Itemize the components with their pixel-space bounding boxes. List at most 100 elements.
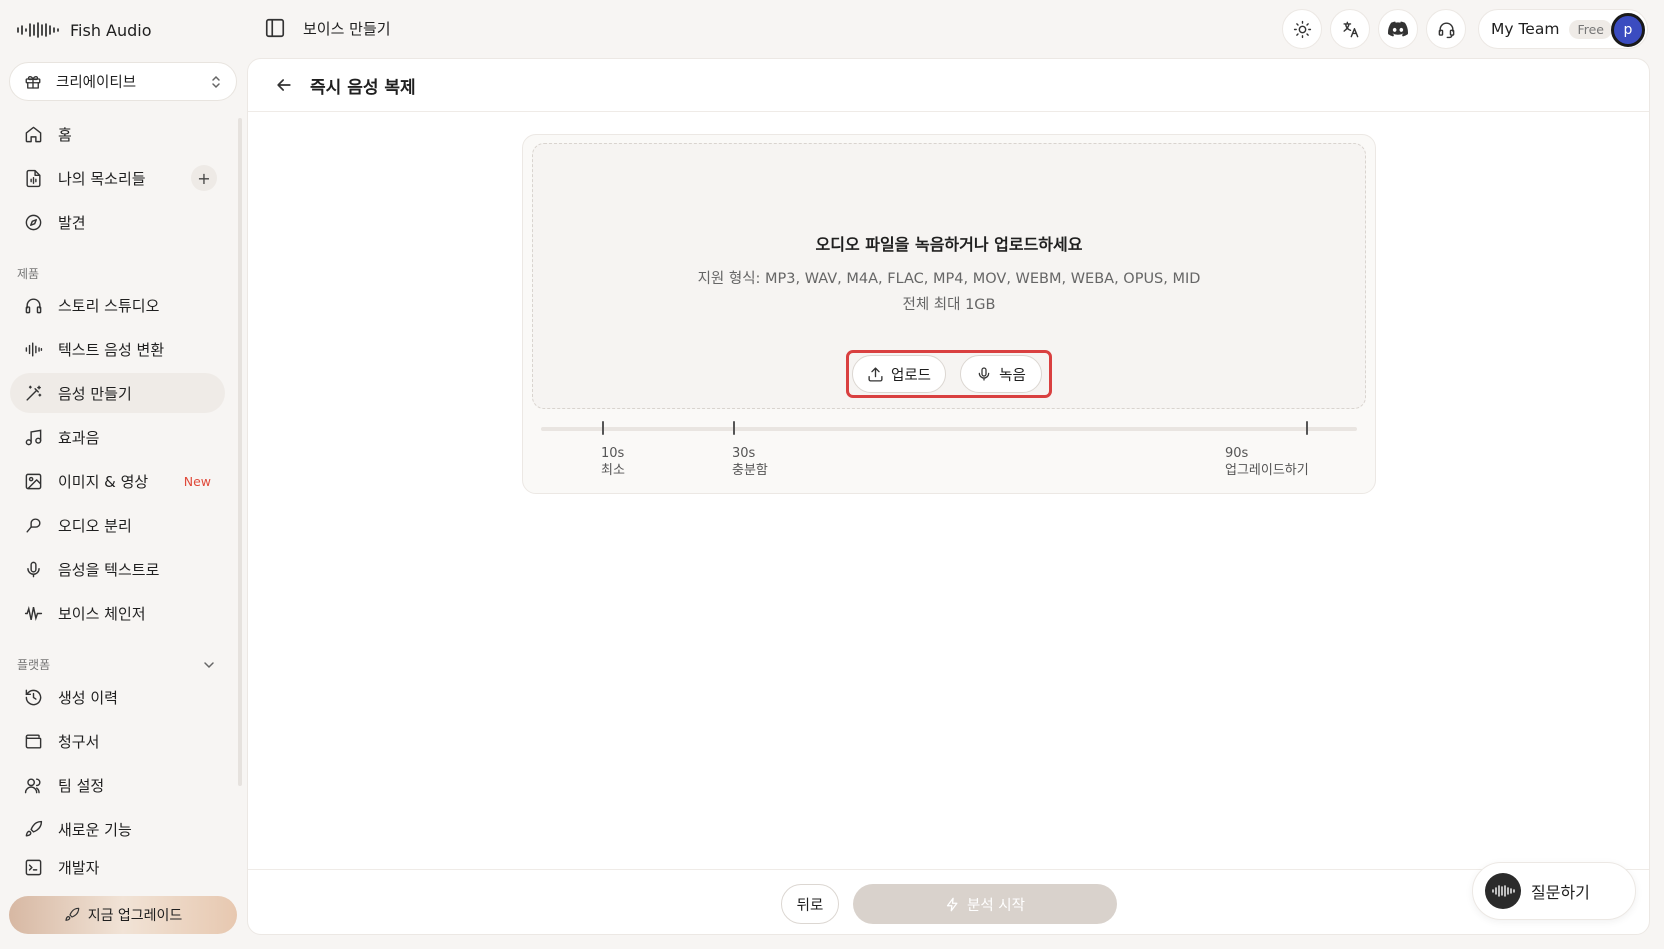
- sidebar-item-label: 청구서: [58, 732, 100, 751]
- new-badge: New: [183, 473, 211, 489]
- workspace-selector[interactable]: 크리에이티브: [9, 62, 237, 101]
- page-title: 즉시 음성 복제: [310, 78, 416, 98]
- dropzone-title: 오디오 파일을 녹음하거나 업로드하세요: [815, 235, 1083, 254]
- discord-icon: [1388, 21, 1408, 37]
- sun-icon: [1293, 20, 1312, 39]
- sidebar-item-billing[interactable]: 청구서: [10, 721, 225, 761]
- sidebar-item-label: 팀 설정: [58, 776, 105, 795]
- sidebar-item-label: 보이스 체인저: [58, 604, 146, 623]
- rocket-icon: [22, 818, 44, 840]
- team-menu[interactable]: My Team Free p: [1478, 9, 1648, 49]
- tick-value: 30s: [732, 446, 756, 461]
- sidebar-item-sfx[interactable]: 효과음: [10, 417, 225, 457]
- waveform-logo-icon: [16, 22, 60, 38]
- magic-wand-icon: [22, 382, 44, 404]
- sidebar-item-audio-separation[interactable]: 오디오 분리: [10, 505, 225, 545]
- tick-mark: [1306, 421, 1308, 435]
- chevron-updown-icon: [210, 75, 222, 89]
- record-button[interactable]: 녹음: [960, 355, 1042, 393]
- mic-icon: [976, 366, 992, 382]
- sidebar-item-label: 홈: [58, 125, 72, 144]
- brand-name: Fish Audio: [70, 20, 152, 40]
- tick-caption: 최소: [601, 463, 625, 478]
- tick-value: 10s: [601, 446, 625, 461]
- waveform-logo-icon: [1485, 873, 1521, 909]
- tick-label-30s: 30s 충분함: [732, 445, 768, 479]
- sidebar-scrollbar[interactable]: [238, 118, 242, 786]
- headphones-icon: [22, 294, 44, 316]
- home-icon: [22, 123, 44, 145]
- upgrade-label: 지금 업그레이드: [87, 908, 183, 924]
- add-voice-button[interactable]: +: [191, 165, 217, 191]
- sidebar-item-developer[interactable]: 개발자: [10, 847, 225, 887]
- back-arrow-icon[interactable]: [274, 75, 294, 95]
- support-button[interactable]: [1426, 9, 1466, 49]
- discord-button[interactable]: [1378, 9, 1418, 49]
- upload-label: 업로드: [890, 367, 932, 384]
- mic-icon: [22, 558, 44, 580]
- ask-question-button[interactable]: 질문하기: [1472, 862, 1636, 920]
- team-name: My Team: [1491, 20, 1560, 38]
- back-button[interactable]: 뒤로: [781, 884, 839, 924]
- analyze-label: 분석 시작: [967, 897, 1025, 914]
- chevron-down-icon[interactable]: [202, 658, 216, 672]
- upload-icon: [867, 366, 884, 383]
- sidebar-item-my-voices[interactable]: 나의 목소리들 +: [10, 158, 225, 198]
- theme-toggle-button[interactable]: [1282, 9, 1322, 49]
- sidebar-item-whats-new[interactable]: 새로운 기능: [10, 809, 225, 849]
- ask-label: 질문하기: [1531, 883, 1590, 902]
- sidebar-item-stt[interactable]: 음성을 텍스트로: [10, 549, 225, 589]
- tick-caption: 업그레이드하기: [1225, 463, 1309, 478]
- sidebar-item-story-studio[interactable]: 스토리 스튜디오: [10, 285, 225, 325]
- compass-icon: [22, 211, 44, 233]
- start-analysis-button[interactable]: 분석 시작: [853, 884, 1117, 924]
- workspace-label: 크리에이티브: [56, 75, 137, 91]
- plan-badge: Free: [1569, 19, 1612, 39]
- sidebar-item-label: 효과음: [58, 428, 100, 447]
- wave-icon: [22, 602, 44, 624]
- brand[interactable]: Fish Audio: [16, 16, 152, 44]
- sidebar-item-voice-changer[interactable]: 보이스 체인저: [10, 593, 225, 633]
- wallet-icon: [22, 730, 44, 752]
- image-icon: [22, 470, 44, 492]
- sidebar-item-voice-create[interactable]: 음성 만들기: [10, 373, 225, 413]
- avatar[interactable]: p: [1611, 13, 1645, 47]
- tick-label-10s: 10s 최소: [601, 445, 625, 479]
- terminal-icon: [22, 856, 44, 878]
- sidebar-item-team-settings[interactable]: 팀 설정: [10, 765, 225, 805]
- section-label-products: 제품: [17, 267, 40, 281]
- sidebar-item-label: 나의 목소리들: [58, 169, 146, 188]
- dropzone[interactable]: 오디오 파일을 녹음하거나 업로드하세요 지원 형식: MP3, WAV, M4…: [532, 143, 1366, 409]
- footer-bar: 뒤로 분석 시작: [248, 869, 1649, 934]
- section-label-platform: 플랫폼: [17, 658, 51, 672]
- sidebar-item-label: 오디오 분리: [58, 516, 132, 535]
- main-panel: 즉시 음성 복제 오디오 파일을 녹음하거나 업로드하세요 지원 형식: MP3…: [247, 58, 1650, 935]
- language-button[interactable]: [1330, 9, 1370, 49]
- sidebar-item-home[interactable]: 홈: [10, 114, 225, 154]
- sidebar-toggle-icon[interactable]: [264, 17, 286, 39]
- sidebar-item-tts[interactable]: 텍스트 음성 변환: [10, 329, 225, 369]
- tick-label-90s: 90s 업그레이드하기: [1225, 445, 1309, 479]
- sidebar-item-label: 발견: [58, 213, 86, 232]
- sidebar-item-discover[interactable]: 발견: [10, 202, 225, 242]
- sidebar-item-image-video[interactable]: 이미지 & 영상 New: [10, 461, 225, 501]
- sidebar-item-label: 이미지 & 영상: [58, 472, 149, 491]
- upgrade-button[interactable]: 지금 업그레이드: [9, 896, 237, 934]
- sidebar-item-history[interactable]: 생성 이력: [10, 677, 225, 717]
- upload-card: 오디오 파일을 녹음하거나 업로드하세요 지원 형식: MP3, WAV, M4…: [522, 134, 1376, 494]
- sidebar-item-label: 텍스트 음성 변환: [58, 340, 165, 359]
- music-icon: [22, 426, 44, 448]
- translate-icon: [1341, 20, 1360, 39]
- sidebar: Fish Audio 크리에이티브 홈 나의 목소리들 + 발견 제품 스토리 …: [0, 0, 246, 949]
- sidebar-item-label: 생성 이력: [58, 688, 118, 707]
- tick-caption: 충분함: [732, 463, 768, 478]
- record-label: 녹음: [999, 367, 1026, 384]
- duration-track: [541, 427, 1357, 431]
- gift-icon: [24, 73, 42, 91]
- sidebar-item-label: 음성을 텍스트로: [58, 560, 160, 579]
- sidebar-item-label: 스토리 스튜디오: [58, 296, 160, 315]
- rocket-icon: [64, 907, 80, 923]
- audio-lines-icon: [22, 338, 44, 360]
- upload-button[interactable]: 업로드: [852, 355, 946, 393]
- sidebar-item-label: 음성 만들기: [58, 384, 132, 403]
